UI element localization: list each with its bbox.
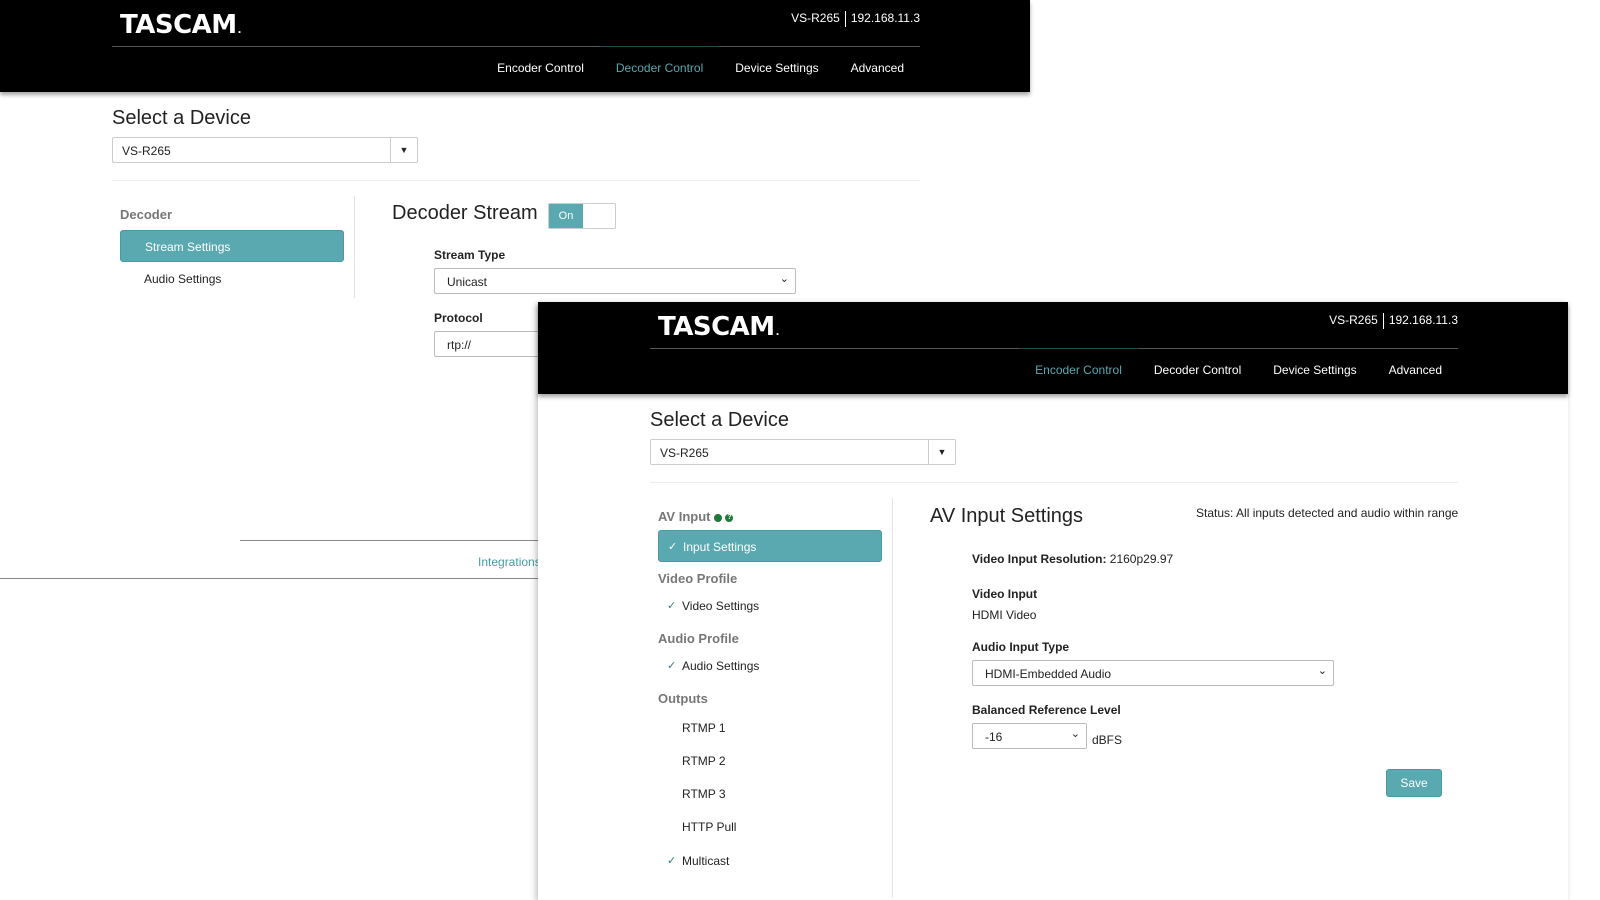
toggle-on-label: On <box>549 204 583 228</box>
sidebar-item-multicast[interactable]: ✓ Multicast <box>658 845 882 877</box>
sidebar-heading-outputs: Outputs <box>658 691 708 706</box>
decoder-sidebar: Decoder Stream Settings Audio Settings <box>112 196 355 298</box>
chevron-down-icon: ⌄ <box>1317 665 1327 677</box>
video-input-label: Video Input <box>972 587 1038 601</box>
sidebar-item-rtmp-2[interactable]: RTMP 2 <box>658 745 882 777</box>
header-bar: TASCAM. VS-R265 192.168.11.3 Encoder Cont… <box>0 0 1030 92</box>
header-bar: TASCAM. VS-R265 192.168.11.3 Encoder Cont… <box>538 302 1568 394</box>
balanced-reference-level-select[interactable]: -16 ⌄ <box>972 723 1087 749</box>
sidebar-heading-av-input: AV Input? <box>658 509 734 524</box>
device-select[interactable]: VS-R265 ▼ <box>650 439 956 465</box>
device-select[interactable]: VS-R265 ▼ <box>112 137 418 163</box>
nav-advanced[interactable]: Advanced <box>1373 349 1458 393</box>
stream-type-label: Stream Type <box>434 248 506 262</box>
nav-decoder-control[interactable]: Decoder Control <box>1138 349 1257 393</box>
sidebar-item-rtmp-1[interactable]: RTMP 1 <box>658 712 882 744</box>
check-icon: ✓ <box>667 660 677 672</box>
select-device-title: Select a Device <box>112 107 251 129</box>
nav-advanced[interactable]: Advanced <box>835 47 920 91</box>
dbfs-unit: dBFS <box>1092 733 1123 747</box>
video-input-resolution: Video Input Resolution: 2160p29.97 <box>972 552 1174 566</box>
protocol-label: Protocol <box>434 311 483 325</box>
sidebar-item-audio-settings[interactable]: ✓ Audio Settings <box>658 650 882 682</box>
device-name: VS-R265 <box>791 11 840 26</box>
status-text: Status: All inputs detected and audio wi… <box>1196 506 1459 520</box>
nav-device-settings[interactable]: Device Settings <box>719 47 834 91</box>
status-ok-icon <box>714 513 723 522</box>
help-icon[interactable]: ? <box>725 513 734 522</box>
sidebar-item-video-settings[interactable]: ✓ Video Settings <box>658 590 882 622</box>
sidebar-heading-audio-profile: Audio Profile <box>658 631 739 646</box>
sidebar-heading-video-profile: Video Profile <box>658 571 738 586</box>
encoder-window: TASCAM. VS-R265 192.168.11.3 Encoder Cont… <box>538 302 1568 900</box>
sidebar-item-audio-settings[interactable]: Audio Settings <box>120 263 344 295</box>
nav-encoder-control[interactable]: Encoder Control <box>481 47 600 91</box>
check-icon: ✓ <box>667 855 677 867</box>
nav-device-settings[interactable]: Device Settings <box>1257 349 1372 393</box>
save-button[interactable]: Save <box>1386 769 1442 797</box>
caret-down-icon[interactable]: ▼ <box>390 138 417 162</box>
check-icon: ✓ <box>668 541 678 553</box>
main-nav: Encoder Control Decoder Control Device S… <box>481 46 920 91</box>
integrations-link[interactable]: Integrations <box>478 555 541 569</box>
device-info: VS-R265 192.168.11.3 <box>1329 313 1458 329</box>
device-name: VS-R265 <box>1329 313 1378 328</box>
stream-type-select[interactable]: Unicast ⌄ <box>434 268 796 294</box>
decoder-stream-title: Decoder Stream <box>392 202 538 224</box>
chevron-down-icon: ⌄ <box>1070 728 1080 740</box>
tascam-logo[interactable]: TASCAM. <box>658 312 780 342</box>
tascam-logo[interactable]: TASCAM. <box>120 10 242 40</box>
sidebar-item-rtmp-3[interactable]: RTMP 3 <box>658 778 882 810</box>
sidebar-item-input-settings[interactable]: ✓ Input Settings <box>658 530 882 562</box>
av-input-settings-title: AV Input Settings <box>930 505 1084 527</box>
nav-decoder-control[interactable]: Decoder Control <box>599 46 720 91</box>
sidebar-heading-decoder: Decoder <box>120 207 173 222</box>
balanced-reference-level-label: Balanced Reference Level <box>972 703 1121 717</box>
main-nav: Encoder Control Decoder Control Device S… <box>1019 348 1458 393</box>
device-info: VS-R265 192.168.11.3 <box>791 11 920 27</box>
select-device-title: Select a Device <box>650 409 789 431</box>
device-ip: 192.168.11.3 <box>850 11 920 26</box>
device-ip: 192.168.11.3 <box>1388 313 1458 328</box>
caret-down-icon[interactable]: ▼ <box>928 440 955 464</box>
sidebar-item-stream-settings[interactable]: Stream Settings <box>120 230 344 262</box>
audio-input-type-label: Audio Input Type <box>972 640 1070 654</box>
nav-encoder-control[interactable]: Encoder Control <box>1019 348 1138 393</box>
decoder-stream-toggle[interactable]: On <box>548 203 616 229</box>
sidebar-item-http-pull[interactable]: HTTP Pull <box>658 811 882 843</box>
chevron-down-icon: ⌄ <box>779 273 789 285</box>
check-icon: ✓ <box>667 600 677 612</box>
audio-input-type-select[interactable]: HDMI-Embedded Audio ⌄ <box>972 660 1334 686</box>
encoder-sidebar: AV Input? ✓ Input Settings Video Profile … <box>650 498 893 898</box>
video-input-value: HDMI Video <box>972 608 1037 622</box>
